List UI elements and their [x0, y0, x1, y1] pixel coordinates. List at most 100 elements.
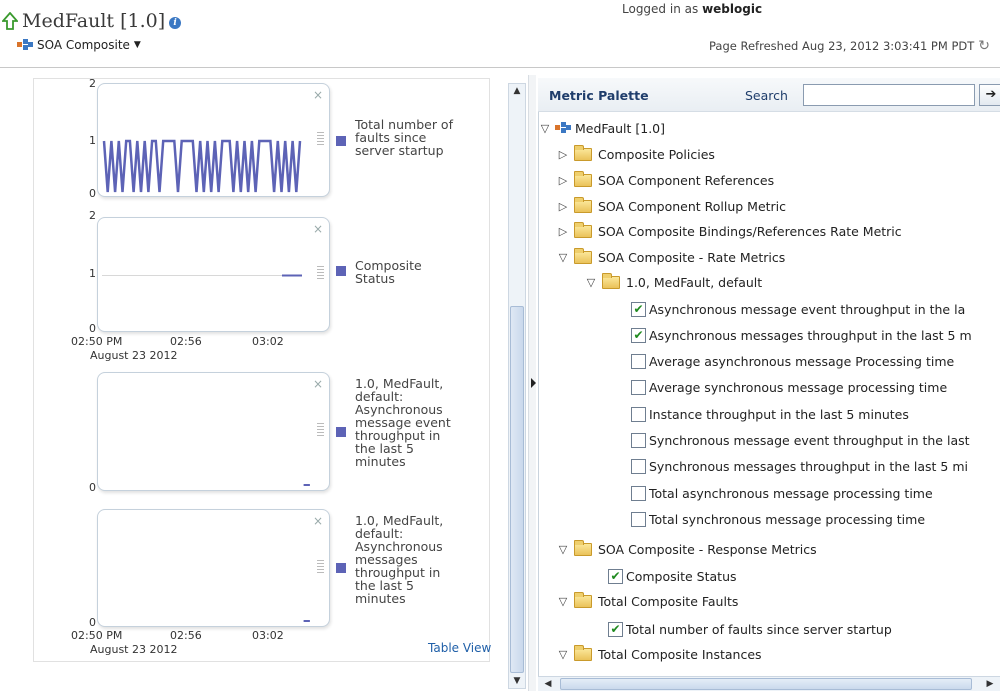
metric-checkbox[interactable] — [631, 432, 646, 448]
tree-item-component-references[interactable]: ▷ SOA Component References — [556, 170, 774, 190]
resize-grip-icon[interactable] — [317, 132, 324, 146]
collapsed-triangle-icon[interactable]: ▷ — [556, 174, 570, 187]
metric-row[interactable]: ✔ Asynchronous message event throughput i… — [631, 299, 965, 319]
scroll-right-icon[interactable]: ▶ — [982, 677, 998, 691]
metric-row[interactable]: Total asynchronous message processing ti… — [631, 483, 933, 503]
refresh-icon[interactable]: ↻ — [978, 38, 990, 54]
metric-checkbox[interactable] — [631, 353, 646, 369]
table-view-link[interactable]: Table View — [428, 641, 491, 655]
search-go-icon[interactable]: ➔ — [979, 84, 1000, 106]
expanded-triangle-icon[interactable]: ▽ — [556, 251, 570, 264]
metric-row[interactable]: Average asynchronous message Processing … — [631, 351, 954, 371]
collapse-arrow-icon[interactable] — [531, 378, 536, 388]
metric-label: Total number of faults since server star… — [626, 621, 892, 637]
metric-row[interactable]: Average synchronous message processing t… — [631, 377, 947, 397]
close-icon[interactable]: × — [313, 88, 323, 102]
tree-item-total-instances[interactable]: ▽ Total Composite Instances — [556, 644, 762, 664]
logged-in-status: Logged in as weblogic — [622, 2, 762, 16]
xaxis-date: August 23 2012 — [90, 349, 178, 362]
expanded-triangle-icon[interactable]: ▽ — [556, 543, 570, 556]
scroll-left-icon[interactable]: ◀ — [540, 677, 556, 691]
resize-grip-icon[interactable] — [317, 423, 324, 437]
close-icon[interactable]: × — [313, 377, 323, 391]
metric-checkbox[interactable] — [631, 458, 646, 474]
xaxis-date: August 23 2012 — [90, 643, 178, 656]
xtick-2: 02:56 — [170, 629, 202, 642]
metric-row[interactable]: Synchronous messages throughput in the l… — [631, 456, 968, 476]
tree-item-bindings[interactable]: ▷ SOA Composite Bindings/References Rate… — [556, 221, 902, 241]
metric-row[interactable]: ✔ Composite Status — [608, 566, 737, 586]
expanded-triangle-icon[interactable]: ▽ — [584, 276, 598, 289]
tree-item-label: SOA Composite Bindings/References Rate M… — [598, 223, 902, 239]
search-input[interactable] — [803, 84, 975, 106]
tree-item-label: SOA Composite - Response Metrics — [598, 541, 817, 557]
composite-icon — [555, 122, 571, 134]
tree-item-label: Composite Policies — [598, 146, 715, 162]
chart2-ytick-0: 0 — [89, 322, 96, 335]
folder-icon — [574, 196, 592, 213]
metric-label: Asynchronous message event throughput in… — [649, 301, 966, 317]
chart3-legend-swatch — [336, 427, 346, 437]
tree-root[interactable]: ▽ MedFault [1.0] — [538, 118, 665, 138]
target-menu-button[interactable]: SOA Composite ▼ — [14, 38, 141, 52]
tree-item-total-faults[interactable]: ▽ Total Composite Faults — [556, 591, 738, 611]
scroll-up-icon[interactable]: ▲ — [509, 84, 525, 98]
home-up-arrow-icon[interactable] — [2, 12, 18, 30]
resize-grip-icon[interactable] — [317, 266, 324, 280]
chart1-ytick-2: 2 — [89, 77, 96, 90]
chart4-legend-line: minutes — [355, 591, 406, 606]
palette-hscrollbar[interactable]: ◀ ▶ — [538, 676, 1000, 691]
close-icon[interactable]: × — [313, 222, 323, 236]
tree-item-composite-policies[interactable]: ▷ Composite Policies — [556, 144, 715, 164]
chart4-canvas — [303, 620, 310, 622]
scroll-down-icon[interactable]: ▼ — [509, 674, 525, 688]
collapsed-triangle-icon[interactable]: ▷ — [556, 200, 570, 213]
scrollbar-thumb[interactable] — [560, 678, 972, 690]
metric-checkbox[interactable]: ✔ — [631, 301, 646, 317]
metric-label: Composite Status — [626, 568, 737, 584]
tree-item-rollup-metric[interactable]: ▷ SOA Component Rollup Metric — [556, 196, 786, 216]
metric-checkbox[interactable]: ✔ — [608, 568, 623, 584]
chart1-plot: × — [97, 83, 330, 197]
chart2-ytick-1: 1 — [89, 267, 96, 280]
metric-row[interactable]: Synchronous message event throughput in … — [631, 430, 970, 450]
scrollbar-thumb[interactable] — [510, 306, 524, 673]
chevron-down-icon: ▼ — [133, 40, 141, 50]
chart1-canvas — [102, 139, 302, 193]
tree-item-rate-metrics[interactable]: ▽ SOA Composite - Rate Metrics — [556, 247, 785, 267]
chart2-ytick-2: 2 — [89, 209, 96, 222]
charts-scrollbar[interactable]: ▲ ▼ — [508, 83, 526, 689]
metric-checkbox[interactable] — [631, 379, 646, 395]
metric-checkbox[interactable] — [631, 406, 646, 422]
expanded-triangle-icon[interactable]: ▽ — [556, 648, 570, 661]
expanded-triangle-icon[interactable]: ▽ — [538, 122, 552, 135]
collapsed-triangle-icon[interactable]: ▷ — [556, 225, 570, 238]
tree-item-label: Total Composite Instances — [598, 646, 762, 662]
metric-checkbox[interactable]: ✔ — [631, 327, 646, 343]
logged-in-user[interactable]: weblogic — [702, 2, 762, 16]
chart3-legend-line: minutes — [355, 454, 406, 469]
tree-item-label: SOA Component Rollup Metric — [598, 198, 787, 214]
page-title: MedFault [1.0] — [22, 10, 166, 32]
metric-row[interactable]: ✔ Asynchronous messages throughput in the… — [631, 325, 972, 345]
info-icon[interactable]: i — [169, 17, 182, 29]
metric-row[interactable]: Total synchronous message processing tim… — [631, 509, 925, 529]
tree-item-rate-child[interactable]: ▽ 1.0, MedFault, default — [584, 272, 762, 292]
close-icon[interactable]: × — [313, 514, 323, 528]
folder-icon — [574, 247, 592, 264]
metric-checkbox[interactable]: ✔ — [608, 621, 623, 637]
tree-root-label: MedFault [1.0] — [575, 120, 666, 136]
metric-checkbox[interactable] — [631, 511, 646, 527]
chart3-ytick-0: 0 — [89, 481, 96, 494]
tree-item-response-metrics[interactable]: ▽ SOA Composite - Response Metrics — [556, 539, 817, 559]
resize-grip-icon[interactable] — [317, 560, 324, 574]
metric-row[interactable]: Instance throughput in the last 5 minute… — [631, 404, 909, 424]
chart2-canvas — [102, 274, 302, 277]
palette-title: Metric Palette — [549, 88, 649, 103]
expanded-triangle-icon[interactable]: ▽ — [556, 595, 570, 608]
collapsed-triangle-icon[interactable]: ▷ — [556, 148, 570, 161]
chart1-ytick-1: 1 — [89, 134, 96, 147]
folder-icon — [574, 644, 592, 661]
metric-checkbox[interactable] — [631, 485, 646, 501]
metric-row[interactable]: ✔ Total number of faults since server sta… — [608, 619, 892, 639]
